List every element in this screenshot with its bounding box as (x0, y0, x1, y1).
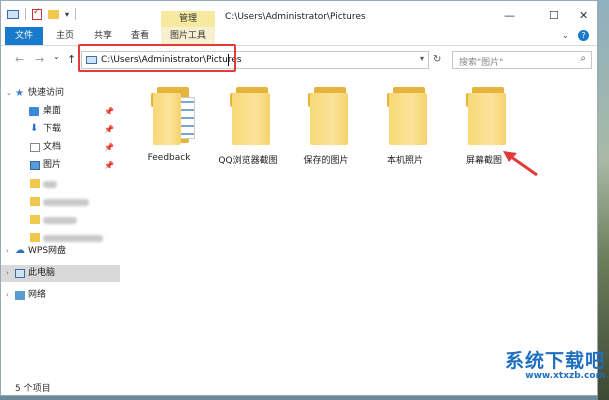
computer-icon (15, 269, 25, 278)
chevron-right-icon[interactable]: › (6, 265, 9, 282)
sidebar-item-label: WPS网盘 (28, 246, 67, 256)
search-input[interactable]: 搜索"图片" ⌕ (452, 51, 592, 69)
tab-home[interactable]: 主页 (51, 27, 79, 45)
network-icon (15, 291, 25, 300)
properties-icon[interactable] (32, 7, 42, 20)
watermark-brand: 系统下载吧 (504, 350, 605, 372)
navigation-pane: ⌄ ★ 快速访问 桌面 📌 ⬇ 下载 📌 文档 📌 图片 📌 › ☁ WPS网盘… (1, 75, 123, 375)
tab-picture-tools[interactable]: 图片工具 (161, 27, 215, 45)
red-arrow-annotation (503, 151, 538, 177)
folder-icon (230, 87, 270, 145)
desktop-icon (29, 107, 39, 116)
separator (25, 8, 26, 20)
folder-icon (30, 215, 40, 224)
up-arrow-icon[interactable]: ↑ (67, 53, 76, 66)
pin-icon: 📌 (104, 125, 114, 134)
customize-toolbar-icon[interactable]: ▾ (65, 10, 69, 19)
quick-access-toolbar: ▾ (7, 7, 77, 20)
explorer-window: ▾ 管理 C:\Users\Administrator\Pictures — ☐… (0, 0, 598, 396)
folder-item-qq-screenshots[interactable]: QQ浏览器截图 (210, 83, 286, 167)
help-icon[interactable]: ? (578, 30, 589, 41)
sidebar-item-label: 桌面 (43, 106, 62, 116)
sidebar-item-downloads[interactable]: ⬇ 下载 📌 (1, 121, 120, 138)
pin-icon: 📌 (104, 107, 114, 116)
sidebar-item-blurred-folder[interactable] (1, 211, 120, 228)
folder-label: 保存的图片 (303, 156, 349, 166)
cloud-icon: ☁ (15, 245, 25, 256)
folder-label: QQ浏览器截图 (218, 156, 278, 166)
separator (75, 8, 77, 20)
context-tab-manage: 管理 (161, 11, 215, 27)
tab-view[interactable]: 查看 (126, 27, 154, 45)
pin-icon: 📌 (104, 143, 114, 152)
sidebar-item-label: 快速访问 (28, 88, 65, 98)
folder-icon (30, 233, 40, 242)
sidebar-item-quick-access[interactable]: ⌄ ★ 快速访问 (1, 85, 120, 102)
picture-icon (30, 161, 40, 170)
chevron-down-icon[interactable]: ▾ (420, 54, 424, 63)
title-bar: ▾ 管理 C:\Users\Administrator\Pictures — ☐… (1, 1, 597, 27)
window-title: C:\Users\Administrator\Pictures (225, 12, 366, 22)
tab-share[interactable]: 共享 (89, 27, 117, 45)
sidebar-item-label: 文档 (43, 142, 62, 152)
watermark: 系统下载吧 www.xtxzb.com (505, 346, 605, 381)
forward-arrow-icon[interactable]: → (35, 53, 44, 66)
folder-label: Feedback (147, 153, 191, 163)
folder-icon (30, 197, 40, 206)
sidebar-item-label: 此电脑 (28, 268, 56, 278)
maximize-button[interactable]: ☐ (549, 9, 559, 22)
download-icon: ⬇ (30, 123, 39, 134)
redacted-label (43, 235, 103, 242)
sidebar-item-blurred-folder[interactable] (1, 193, 120, 210)
sidebar-item-wps-drive[interactable]: › ☁ WPS网盘 (1, 243, 120, 260)
folder-icon (387, 87, 427, 145)
sidebar-item-documents[interactable]: 文档 📌 (1, 139, 120, 156)
search-icon[interactable]: ⌕ (580, 53, 586, 64)
folder-icon (308, 87, 348, 145)
redacted-label (43, 199, 89, 206)
pin-icon: 📌 (104, 161, 114, 170)
sidebar-item-pictures[interactable]: 图片 📌 (1, 157, 120, 174)
document-icon (30, 143, 40, 152)
chevron-right-icon[interactable]: › (6, 243, 9, 260)
star-icon: ★ (15, 88, 24, 99)
folder-icon (151, 87, 195, 145)
sidebar-item-this-pc[interactable]: › 此电脑 (1, 265, 120, 282)
redacted-label (43, 217, 77, 224)
ribbon-controls: ⌄ ? (562, 30, 589, 41)
minimize-button[interactable]: — (504, 9, 515, 22)
folder-icon (30, 179, 40, 188)
folder-icon (466, 87, 506, 145)
address-highlight-box (78, 44, 236, 72)
desktop-background (598, 0, 609, 400)
sidebar-item-desktop[interactable]: 桌面 📌 (1, 103, 120, 120)
sidebar-item-label: 下载 (43, 124, 62, 134)
computer-icon[interactable] (7, 9, 19, 19)
redacted-label (43, 181, 57, 188)
chevron-down-icon[interactable]: ⌄ (562, 31, 570, 41)
chevron-right-icon[interactable]: › (6, 287, 9, 304)
tab-file[interactable]: 文件 (5, 27, 43, 45)
refresh-icon[interactable]: ↻ (433, 54, 441, 65)
chevron-down-icon[interactable]: ⌄ (6, 85, 12, 102)
folder-label: 本机照片 (386, 156, 423, 166)
recent-locations-icon[interactable]: ⌄ (53, 52, 60, 61)
sidebar-item-blurred-folder[interactable] (1, 175, 120, 192)
sidebar-item-label: 网络 (28, 290, 47, 300)
folder-item-feedback[interactable]: Feedback (131, 83, 207, 167)
status-bar-item-count: 5 个项目 (15, 384, 51, 394)
back-arrow-icon[interactable]: ← (15, 53, 24, 66)
folder-item-saved-pictures[interactable]: 保存的图片 (288, 83, 364, 167)
sidebar-item-network[interactable]: › 网络 (1, 287, 120, 304)
close-button[interactable]: ✕ (579, 9, 588, 22)
sidebar-item-label: 图片 (43, 160, 62, 170)
new-folder-icon[interactable] (48, 9, 59, 19)
search-placeholder: 搜索"图片" (459, 58, 504, 68)
file-list: Feedback QQ浏览器截图 保存的图片 本机照片 屏幕截图 (126, 75, 596, 375)
folder-item-camera-roll[interactable]: 本机照片 (367, 83, 443, 167)
